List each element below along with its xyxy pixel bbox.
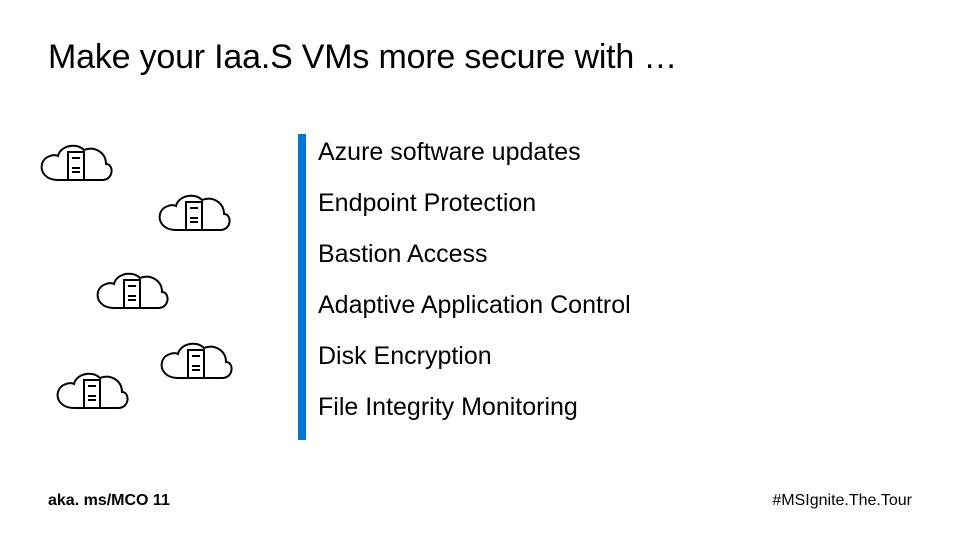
feature-item: Bastion Access	[318, 240, 631, 269]
feature-item: Adaptive Application Control	[318, 291, 631, 320]
feature-item: Azure software updates	[318, 138, 631, 167]
vertical-divider	[298, 134, 306, 440]
footer-link: aka. ms/MCO 11	[48, 492, 170, 510]
feature-item: Endpoint Protection	[318, 189, 631, 218]
slide-title: Make your Iaa.S VMs more secure with …	[48, 38, 677, 77]
cloud-vm-icon	[36, 140, 116, 197]
slide: Make your Iaa.S VMs more secure with …	[0, 0, 960, 540]
feature-item: Disk Encryption	[318, 342, 631, 371]
cloud-vm-icon	[92, 268, 172, 325]
cloud-cluster	[36, 140, 286, 440]
cloud-vm-icon	[52, 368, 132, 425]
feature-item: File Integrity Monitoring	[318, 393, 631, 422]
footer-hashtag: #MSIgnite.The.Tour	[772, 492, 912, 510]
cloud-vm-icon	[154, 190, 234, 247]
feature-list: Azure software updates Endpoint Protecti…	[318, 138, 631, 422]
cloud-vm-icon	[156, 338, 236, 395]
